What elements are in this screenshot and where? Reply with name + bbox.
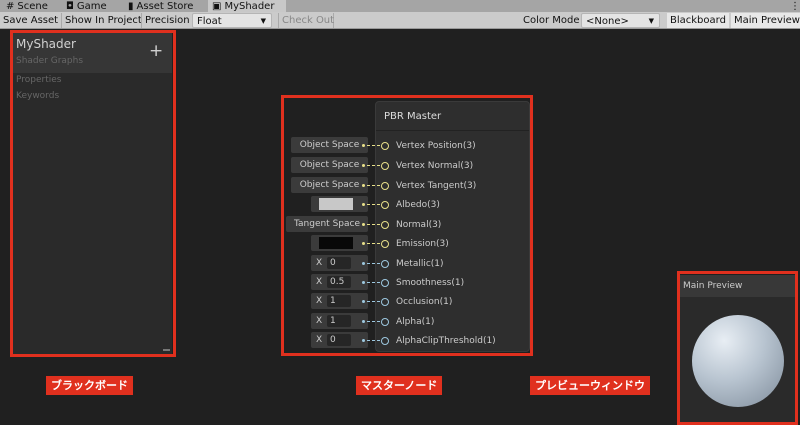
toolbar: Save Asset Show In Project Precision Flo… [0, 12, 800, 29]
annotation-blackboard: ブラックボード [46, 376, 133, 395]
tab-myshader[interactable]: ▣ MyShader [208, 0, 286, 12]
shader-icon: ▣ [212, 0, 222, 12]
grid-icon: # [6, 0, 15, 12]
check-out-button[interactable]: Check Out [278, 13, 334, 28]
tab-asset-store[interactable]: ▮ Asset Store [124, 0, 197, 12]
preview-highlight [677, 271, 798, 425]
tab-game[interactable]: ◘ Game [62, 0, 111, 12]
bag-icon: ▮ [128, 0, 134, 12]
annotation-preview: プレビューウィンドウ [530, 376, 650, 395]
chevron-down-icon: ▼ [648, 17, 654, 25]
blackboard-toggle[interactable]: Blackboard [667, 13, 729, 28]
annotation-master-node: マスターノード [356, 376, 443, 395]
show-in-project-button[interactable]: Show In Project [61, 13, 145, 28]
blackboard-highlight [10, 30, 176, 357]
gamepad-icon: ◘ [66, 0, 74, 12]
precision-dropdown[interactable]: Float ▼ [192, 13, 272, 28]
master-node-highlight [281, 95, 533, 356]
color-mode-dropdown[interactable]: <None> ▼ [581, 13, 660, 28]
main-preview-toggle[interactable]: Main Preview [731, 13, 800, 28]
precision-label: Precision [141, 13, 193, 28]
tab-scene[interactable]: # Scene [2, 0, 52, 12]
color-mode-label: Color Mode [523, 15, 580, 26]
save-asset-button[interactable]: Save Asset [0, 13, 61, 28]
chevron-down-icon: ▼ [260, 17, 266, 25]
tab-bar: # Scene ◘ Game ▮ Asset Store ▣ MyShader ⋮ [0, 0, 800, 12]
more-menu-icon[interactable]: ⋮ [786, 0, 800, 12]
